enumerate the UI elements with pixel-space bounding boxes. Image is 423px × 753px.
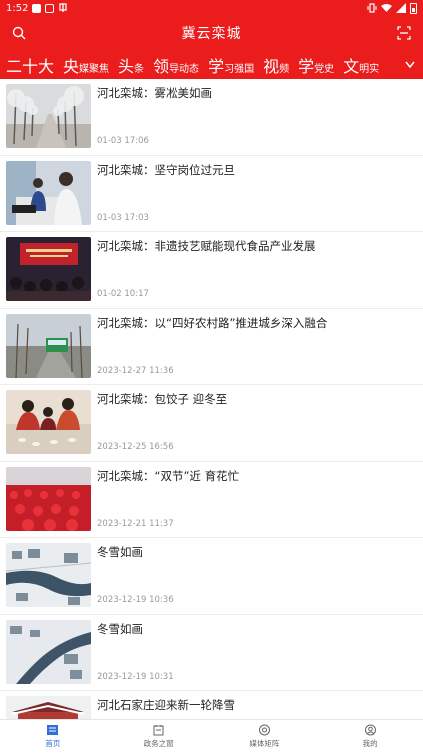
news-thumbnail [6, 466, 91, 531]
tab-label: 视 [263, 56, 280, 76]
news-title: 河北栾城：包饺子 迎冬至 [97, 392, 228, 406]
nav-label: 政务之窗 [143, 739, 174, 748]
news-item[interactable]: 河北栾城：“双节”近 育花忙 2023-12-21 11:37 [0, 462, 423, 538]
tab-label: 领 [153, 56, 170, 76]
notification-icon [32, 3, 42, 13]
nav-home[interactable]: 首页 [0, 720, 106, 753]
nav-label: 首页 [45, 739, 61, 748]
tab-label: 媒聚焦 [79, 63, 110, 75]
tab-label: 党史 [314, 63, 335, 75]
status-bar: 1:52 [0, 0, 423, 16]
news-list: 河北栾城：雾凇美如画 01-03 17:06 河北栾城：坚守岗位过元旦 01-0… [0, 79, 423, 719]
tab-label: 二十大 [6, 56, 55, 76]
news-title: 河北栾城：坚守岗位过元旦 [97, 162, 235, 177]
chevron-down-icon [405, 61, 415, 68]
news-thumbnail [6, 619, 91, 684]
news-date: 2023-12-19 10:36 [97, 595, 174, 605]
tab-label: 央 [63, 56, 80, 76]
app-header: 冀云栾城 [0, 16, 423, 50]
tab-label: 导动态 [169, 63, 200, 75]
news-item[interactable]: 河北栾城：雾凇美如画 01-03 17:06 [0, 79, 423, 156]
news-date: 2023-12-27 11:36 [97, 365, 174, 376]
news-item[interactable]: 河北栾城：非遗技艺赋能现代食品产业发展 01-02 10:17 [0, 232, 423, 309]
news-title: 河北石家庄迎来新一轮降雪 [97, 698, 235, 712]
news-title: 河北栾城：雾凇美如画 [97, 86, 212, 100]
tab-xuexi[interactable]: 学 习强国 [208, 53, 254, 77]
news-thumbnail [6, 160, 91, 225]
tab-label: 学 [208, 56, 225, 76]
news-title: 河北栾城：“双节”近 育花忙 [97, 468, 240, 483]
news-title: 冬雪如画 [97, 621, 143, 636]
tab-ershida[interactable]: 二十大 [6, 53, 54, 77]
news-thumbnail [6, 313, 91, 378]
battery-icon [410, 2, 417, 14]
news-item[interactable]: 冬雪如画 2023-12-19 10:31 [0, 615, 423, 691]
government-icon [153, 725, 164, 736]
nav-government[interactable]: 政务之窗 [106, 720, 212, 753]
nav-label: 我的 [362, 739, 378, 748]
tabs-more-button[interactable] [397, 50, 423, 79]
news-thumbnail [6, 390, 91, 454]
tab-toutiao[interactable]: 头 条 [118, 53, 144, 77]
news-title: 河北栾城：以“四好农村路”推进城乡深入融合 [97, 315, 328, 330]
signal-icon [396, 3, 406, 13]
tab-label: 头 [118, 56, 135, 76]
news-title: 冬雪如画 [97, 545, 143, 559]
news-item[interactable]: 河北栾城：坚守岗位过元旦 01-03 17:03 [0, 156, 423, 232]
news-item[interactable]: 河北石家庄迎来新一轮降雪 [0, 691, 423, 719]
tab-label: 文 [343, 56, 360, 76]
tab-label: 频 [279, 63, 290, 75]
nav-label: 媒体矩阵 [249, 739, 280, 748]
status-time: 1:52 [6, 2, 29, 14]
tab-dangshi[interactable]: 学 党史 [298, 53, 334, 77]
news-date: 2023-12-25 16:56 [97, 442, 174, 452]
news-title: 河北栾城：非遗技艺赋能现代食品产业发展 [97, 239, 316, 253]
news-date: 2023-12-21 11:37 [97, 518, 174, 529]
tab-video[interactable]: 视 频 [263, 53, 289, 77]
page-title: 冀云栾城 [181, 26, 242, 42]
tab-label: 明实 [359, 63, 380, 75]
wifi-icon [381, 4, 392, 12]
news-item[interactable]: 河北栾城：以“四好农村路”推进城乡深入融合 2023-12-27 11:36 [0, 309, 423, 385]
profile-icon [364, 724, 376, 736]
notification-icon [45, 3, 55, 13]
news-date: 2023-12-19 10:31 [97, 671, 174, 682]
vibrate-icon [367, 3, 377, 13]
search-icon[interactable] [12, 26, 26, 40]
news-date: 01-02 10:17 [97, 289, 149, 299]
tab-label: 习强国 [224, 63, 255, 75]
tab-wenming[interactable]: 文 明实 [343, 53, 379, 77]
nav-media[interactable]: 媒体矩阵 [212, 720, 318, 753]
news-date: 01-03 17:03 [97, 212, 149, 223]
news-thumbnail [6, 237, 91, 301]
news-thumbnail [6, 543, 91, 607]
app-notification-icon [59, 3, 68, 12]
news-item[interactable]: 冬雪如画 2023-12-19 10:36 [0, 538, 423, 615]
news-thumbnail [6, 696, 91, 719]
scan-icon[interactable] [397, 26, 411, 40]
nav-profile[interactable]: 我的 [317, 720, 423, 753]
news-date: 01-03 17:06 [97, 136, 149, 146]
bottom-navigation: 首页 政务之窗 媒体矩阵 我的 [0, 719, 423, 753]
tab-label: 条 [134, 63, 145, 75]
home-icon [47, 725, 59, 735]
news-thumbnail [6, 84, 91, 148]
tab-lingdao[interactable]: 领 导动态 [153, 53, 199, 77]
category-tabs: 二十大 央 媒聚焦 头 条 领 导动态 学 习强国 视 频 学 党史 文 明实 [0, 50, 423, 79]
tab-yangmei[interactable]: 央 媒聚焦 [63, 53, 109, 77]
news-item[interactable]: 河北栾城：包饺子 迎冬至 2023-12-25 16:56 [0, 385, 423, 462]
media-icon [258, 724, 270, 736]
tab-label: 学 [298, 56, 315, 76]
